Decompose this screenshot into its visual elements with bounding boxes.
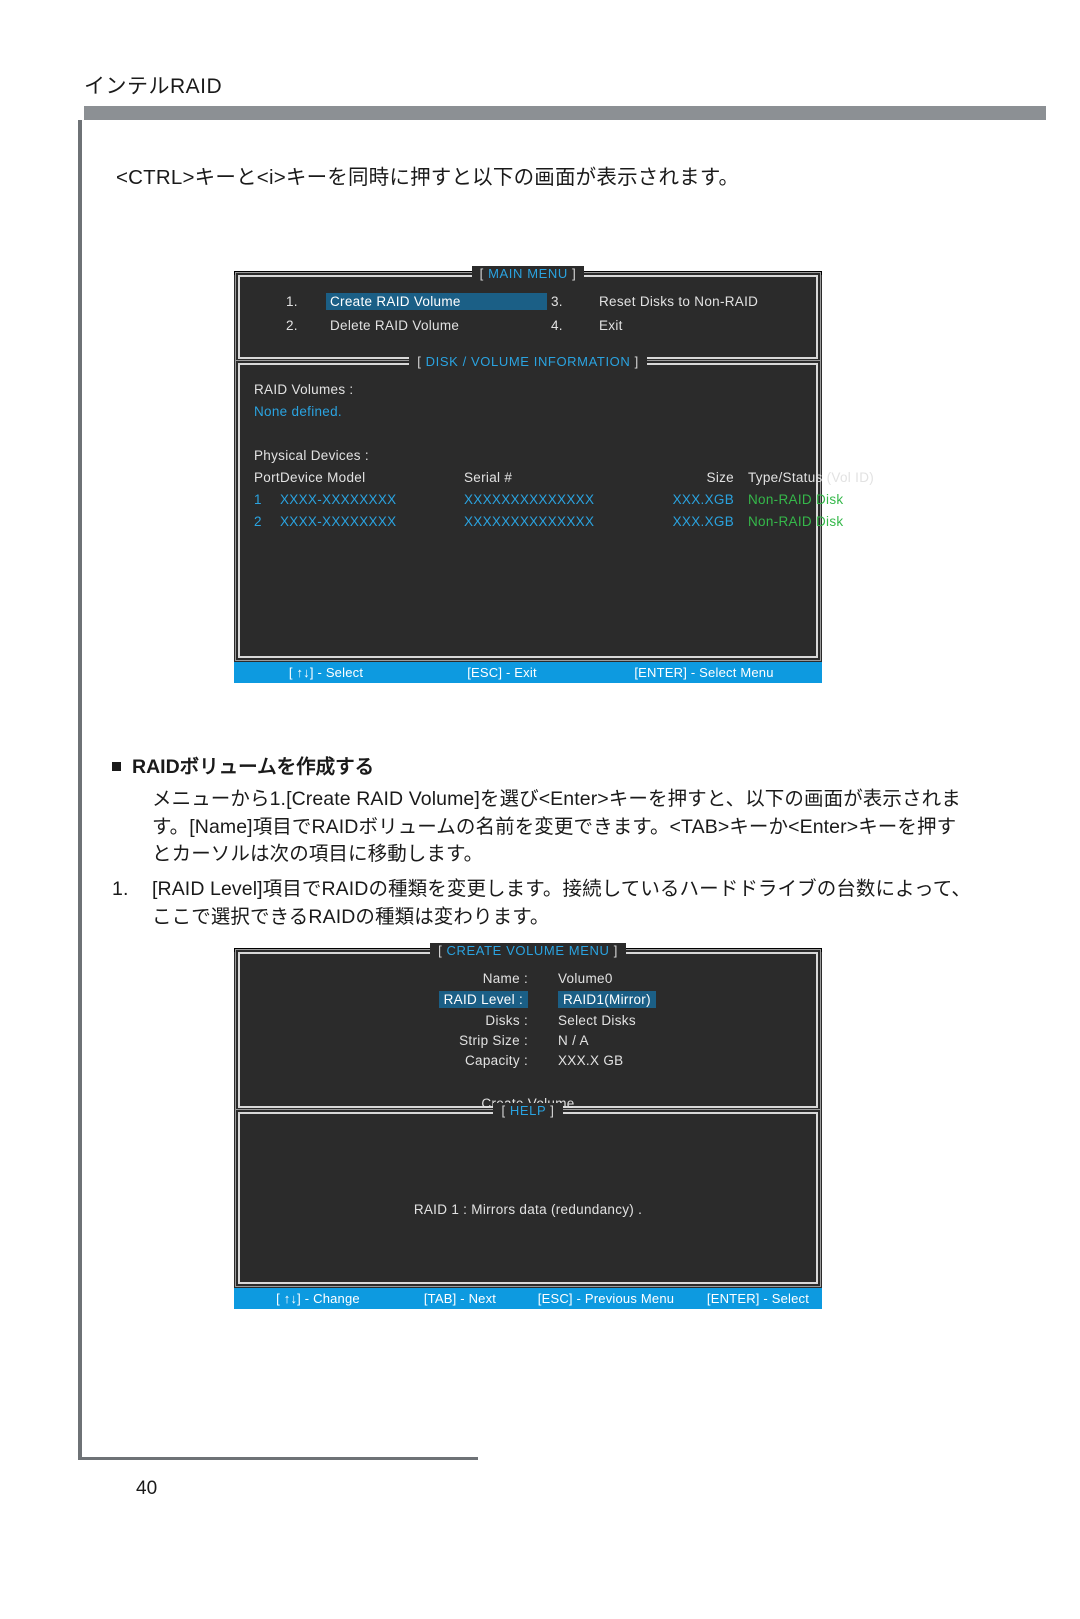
- bracket-close: ]: [613, 943, 618, 958]
- field-value-capacity[interactable]: XXX.X GB: [528, 1053, 816, 1068]
- disk-volume-info-body: RAID Volumes : None defined. Physical De…: [240, 365, 874, 541]
- create-volume-fields: Name : Volume0 RAID Level : RAID1(Mirror…: [240, 954, 816, 1068]
- main-menu-panel: [ MAIN MENU ] 1. Create RAID Volume 3. R…: [238, 266, 818, 359]
- disk-volume-information-panel: [ DISK / VOLUME INFORMATION ] RAID Volum…: [238, 354, 874, 658]
- status-select-hint: [ ↑↓] - Select: [288, 665, 364, 680]
- field-value-name[interactable]: Volume0: [528, 971, 816, 986]
- device-port: 1: [254, 492, 262, 507]
- field-value-raid-level[interactable]: RAID1(Mirror): [528, 991, 816, 1008]
- create-volume-title-text: CREATE VOLUME MENU: [446, 943, 610, 958]
- field-value-strip-size[interactable]: N / A: [528, 1033, 816, 1048]
- create-volume-menu-panel: [ CREATE VOLUME MENU ] Name : Volume0 RA…: [238, 943, 818, 1111]
- intro-text: <CTRL>キーと<i>キーを同時に押すと以下の画面が表示されます。: [116, 166, 740, 189]
- create-volume-panel-title: [ CREATE VOLUME MENU ]: [240, 943, 816, 958]
- field-label-disks-text: Disks :: [485, 1013, 528, 1028]
- device-size: XXX.XGB: [672, 514, 734, 529]
- status-previous-menu-hint: [ESC] - Previous Menu: [537, 1291, 675, 1306]
- device-serial: XXXXXXXXXXXXXX: [464, 514, 595, 529]
- status-select-menu-hint: [ENTER] - Select Menu: [634, 665, 774, 680]
- bottom-margin-rule: [78, 1457, 478, 1460]
- section-heading-text: RAIDボリュームを作成する: [132, 756, 375, 778]
- menu-item-exit[interactable]: Exit: [595, 317, 816, 334]
- disk-volume-info-title-text: DISK / VOLUME INFORMATION: [425, 354, 631, 369]
- bios-main-menu-screenshot: [ MAIN MENU ] 1. Create RAID Volume 3. R…: [234, 266, 874, 683]
- disk-volume-info-panel-title: [ DISK / VOLUME INFORMATION ]: [240, 354, 816, 369]
- create-volume-status-bar: [ ↑↓] - Change [TAB] - Next [ESC] - Prev…: [234, 1288, 822, 1309]
- raid-volumes-value: None defined.: [254, 404, 342, 419]
- main-menu-items: 1. Create RAID Volume 3. Reset Disks to …: [240, 277, 816, 344]
- bios-create-inner: [ CREATE VOLUME MENU ] Name : Volume0 RA…: [234, 943, 822, 1309]
- section-heading: RAIDボリュームを作成する: [112, 750, 972, 779]
- field-label-name-text: Name :: [482, 971, 528, 986]
- column-header-model: Device Model: [280, 470, 366, 485]
- menu-item-1-number: 1.: [286, 294, 298, 309]
- field-label-name: Name :: [240, 971, 528, 986]
- table-row: 2 XXXX-XXXXXXXX XXXXXXXXXXXXXX XXX.XGB Non-R…: [254, 511, 843, 533]
- menu-item-3-number: 3.: [551, 294, 563, 309]
- field-value-disks[interactable]: Select Disks: [528, 1013, 816, 1028]
- header-rule-cap: [78, 106, 84, 120]
- menu-item-delete-raid-volume[interactable]: Delete RAID Volume: [326, 317, 547, 334]
- section-numbered-item: 1. [RAID Level]項目でRAIDの種類を変更します。接続しているハー…: [112, 876, 972, 931]
- field-value-name-text: Volume0: [558, 971, 613, 986]
- main-menu-status-bar: [ ↑↓] - Select [ESC] - Exit [ENTER] - Se…: [234, 662, 822, 683]
- menu-item-create-raid-volume[interactable]: Create RAID Volume: [326, 293, 547, 310]
- left-margin-rule: [78, 120, 82, 1460]
- row-spacer: [254, 423, 816, 445]
- column-header-port: Port: [254, 470, 280, 485]
- field-value-strip-size-text: N / A: [558, 1033, 589, 1048]
- column-header-size: Size: [706, 470, 734, 485]
- header-rule: [84, 106, 1046, 120]
- main-menu-title-text: MAIN MENU: [488, 266, 568, 281]
- bracket-open: [: [479, 266, 484, 281]
- page-title: インテルRAID: [84, 75, 223, 98]
- field-label-raid-level: RAID Level :: [240, 991, 528, 1008]
- device-type-status: Non-RAID Disk: [748, 514, 844, 529]
- status-select-hint: [ENTER] - Select: [706, 1291, 810, 1306]
- device-model: XXXX-XXXXXXXX: [280, 492, 397, 507]
- bracket-open: [: [417, 354, 422, 369]
- bullet-square-icon: [112, 762, 121, 771]
- page-number: 40: [136, 1478, 158, 1499]
- device-serial: XXXXXXXXXXXXXX: [464, 492, 595, 507]
- device-table-header: PortDevice Model Serial # Size Type/Status …: [254, 467, 874, 489]
- item-number: 1.: [112, 878, 129, 901]
- physical-devices-label: Physical Devices :: [254, 448, 369, 463]
- help-body: RAID 1 : Mirrors data (redundancy) .: [240, 1114, 816, 1282]
- field-label-capacity-text: Capacity :: [464, 1053, 528, 1068]
- bracket-open: [: [438, 943, 443, 958]
- status-change-hint: [ ↑↓] - Change: [276, 1291, 360, 1306]
- bios-create-volume-screenshot: [ CREATE VOLUME MENU ] Name : Volume0 RA…: [234, 943, 822, 1309]
- bracket-close: ]: [634, 354, 639, 369]
- field-value-raid-level-text: RAID1(Mirror): [558, 991, 656, 1008]
- status-exit-hint: [ESC] - Exit: [467, 665, 537, 680]
- main-menu-panel-title: [ MAIN MENU ]: [240, 266, 816, 281]
- device-type-status: Non-RAID Disk: [748, 492, 844, 507]
- table-row: 1 XXXX-XXXXXXXX XXXXXXXXXXXXXX XXX.XGB Non-R…: [254, 489, 843, 511]
- item-text: [RAID Level]項目でRAIDの種類を変更します。接続しているハードドラ…: [152, 878, 971, 928]
- device-model: XXXX-XXXXXXXX: [280, 514, 397, 529]
- bios-main-inner: [ MAIN MENU ] 1. Create RAID Volume 3. R…: [234, 266, 874, 683]
- menu-item-reset-disks-to-non-raid[interactable]: Reset Disks to Non-RAID: [595, 293, 816, 310]
- menu-item-2-number: 2.: [286, 318, 298, 333]
- field-value-capacity-text: XXX.X GB: [558, 1053, 624, 1068]
- field-label-strip-size: Strip Size :: [240, 1033, 528, 1048]
- section-paragraph: メニューから1.[Create RAID Volume]を選び<Enter>キー…: [152, 788, 961, 866]
- status-next-hint: [TAB] - Next: [423, 1291, 497, 1306]
- field-label-disks: Disks :: [240, 1013, 528, 1028]
- column-header-serial: Serial #: [464, 470, 513, 485]
- raid-volumes-label: RAID Volumes :: [254, 382, 354, 397]
- device-port: 2: [254, 514, 262, 529]
- raid-volume-section: RAIDボリュームを作成する メニューから1.[Create RAID Volu…: [112, 750, 972, 931]
- help-text: RAID 1 : Mirrors data (redundancy) .: [413, 1202, 643, 1217]
- field-label-capacity: Capacity :: [240, 1053, 528, 1068]
- field-value-disks-text: Select Disks: [558, 1013, 636, 1028]
- help-panel: [ HELP ] RAID 1 : Mirrors data (redundan…: [238, 1103, 818, 1284]
- field-label-raid-level-text: RAID Level :: [438, 991, 528, 1008]
- field-label-strip-size-text: Strip Size :: [459, 1033, 528, 1048]
- column-header-type-status: Type/Status (Vol ID): [748, 470, 875, 485]
- menu-item-4-number: 4.: [551, 318, 563, 333]
- bracket-close: ]: [572, 266, 577, 281]
- device-size: XXX.XGB: [672, 492, 734, 507]
